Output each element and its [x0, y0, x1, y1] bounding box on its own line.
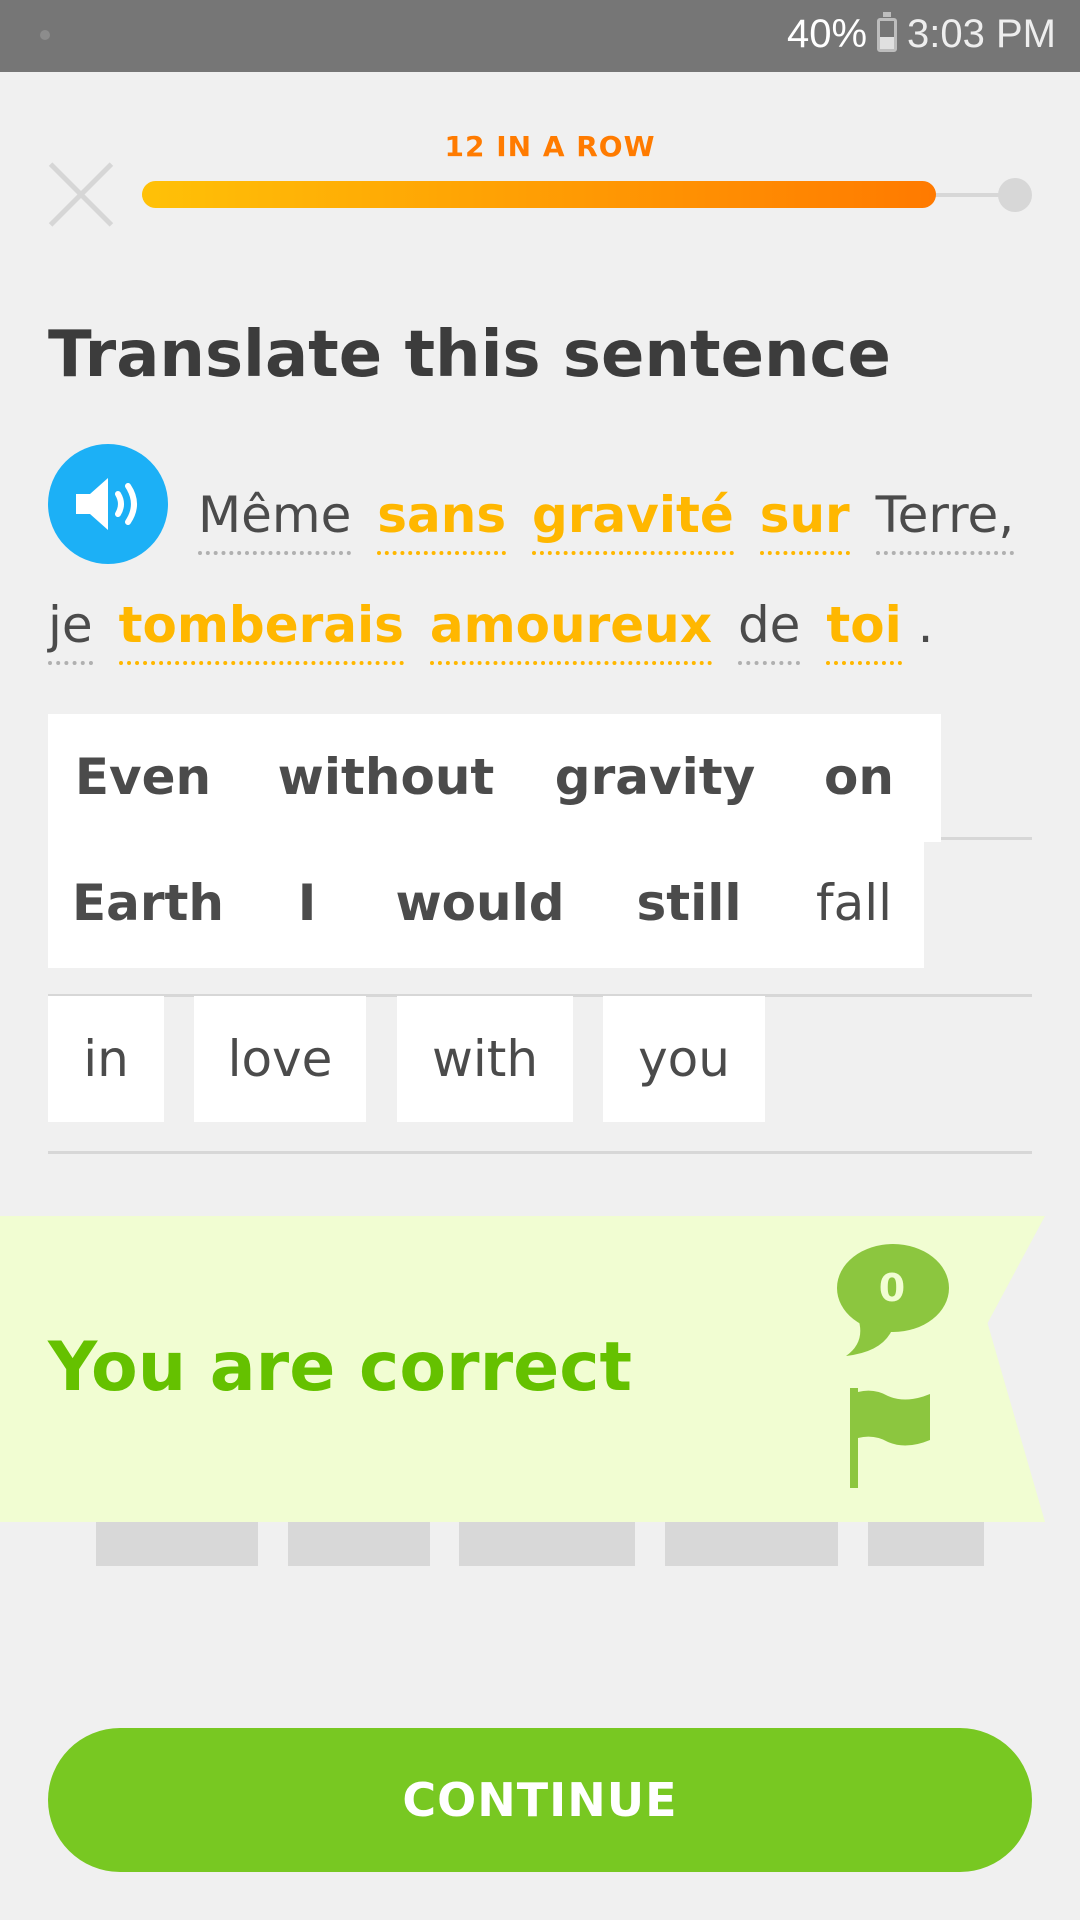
answer-tile[interactable]: Earth — [48, 840, 248, 966]
prompt-word[interactable]: Même — [198, 485, 352, 555]
status-right: 40% 3:03 PM — [786, 11, 1056, 57]
answer-tile[interactable]: with — [397, 996, 573, 1122]
progress-bar-fill — [142, 181, 936, 208]
page-title: Translate this sentence — [48, 318, 891, 392]
answer-tile[interactable]: on — [800, 714, 918, 840]
answer-tile[interactable]: gravity — [538, 714, 772, 840]
word-bank-placeholder — [868, 1516, 984, 1566]
continue-button[interactable]: CONTINUE — [48, 1728, 1032, 1872]
answer-tile[interactable]: in — [48, 996, 164, 1122]
answer-tile[interactable]: you — [603, 996, 765, 1122]
answer-tile[interactable]: I — [262, 840, 352, 966]
prompt-sentence: Même sans gravité sur Terre, je tomberai… — [48, 460, 1028, 680]
sentence-end-punctuation: . — [917, 596, 934, 654]
close-icon[interactable] — [46, 160, 116, 230]
word-bank-placeholder — [665, 1516, 838, 1566]
status-bar: 40% 3:03 PM — [0, 0, 1080, 72]
prompt-word[interactable]: sans — [377, 485, 507, 555]
streak-label: 12 IN A ROW — [444, 130, 656, 163]
prompt-word[interactable]: Terre, — [875, 485, 1015, 555]
prompt-word[interactable]: je — [48, 595, 93, 665]
feedback-message: You are correct — [48, 1328, 633, 1407]
battery-icon — [877, 11, 898, 52]
prompt-word[interactable]: de — [737, 595, 801, 665]
notification-dot-icon — [40, 30, 50, 40]
word-bank-placeholder — [288, 1516, 430, 1566]
answer-tile[interactable]: love — [194, 996, 366, 1122]
answer-tile[interactable]: still — [608, 840, 770, 966]
prompt-word[interactable]: gravité — [532, 485, 734, 555]
prompt-word[interactable]: tomberais — [118, 595, 404, 665]
answer-tile[interactable]: fall — [784, 840, 924, 966]
comment-count: 0 — [878, 1266, 906, 1310]
prompt-word[interactable]: amoureux — [429, 595, 713, 665]
answer-tile[interactable]: Even — [48, 714, 238, 840]
clock: 3:03 PM — [907, 12, 1056, 56]
battery-percent: 40% — [786, 12, 868, 56]
prompt-word[interactable]: toi — [826, 595, 902, 665]
flag-icon[interactable] — [846, 1386, 942, 1490]
word-bank-placeholder — [459, 1516, 635, 1566]
word-bank-placeholder — [96, 1516, 258, 1566]
answer-tile[interactable]: would — [380, 840, 580, 966]
answer-tile[interactable]: without — [262, 714, 510, 840]
prompt-word[interactable]: sur — [759, 485, 850, 555]
progress-end-dot — [998, 178, 1032, 212]
answer-line — [48, 1151, 1032, 1154]
